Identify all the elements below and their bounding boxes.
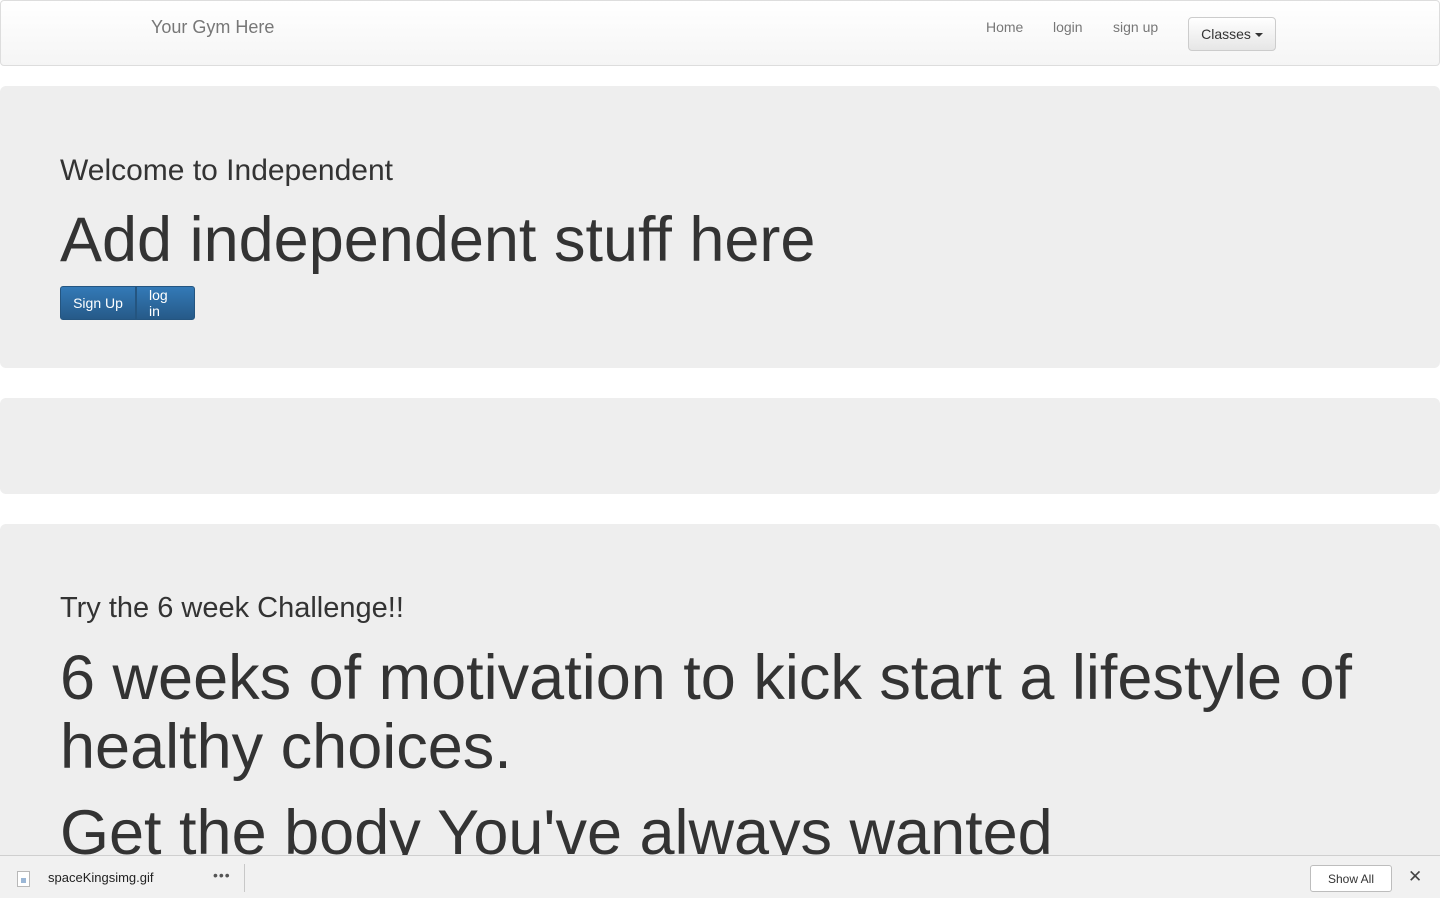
signup-button[interactable]: Sign Up [60,286,136,320]
download-file-name[interactable]: spaceKingsimg.gif [48,870,154,885]
navbar: Your Gym Here Home login sign up Classes [0,0,1440,66]
classes-dropdown-label: Classes [1201,26,1251,42]
page: Your Gym Here Home login sign up Classes… [0,0,1440,898]
challenge-headline: 6 weeks of motivation to kick start a li… [60,643,1353,783]
hero-button-group: Sign Up log in [60,286,195,320]
challenge-lead: Try the 6 week Challenge!! [60,592,404,624]
show-all-button[interactable]: Show All [1310,865,1392,892]
classes-dropdown-button[interactable]: Classes [1188,17,1276,51]
empty-jumbotron [0,398,1440,494]
nav-home-link[interactable]: Home [986,19,1023,35]
download-bar: spaceKingsimg.gif ••• Show All ✕ [0,855,1440,898]
caret-down-icon [1254,33,1263,37]
login-button[interactable]: log in [136,286,195,320]
close-icon[interactable]: ✕ [1408,867,1422,887]
hero-lead: Welcome to Independent [60,154,394,187]
challenge-jumbotron: Try the 6 week Challenge!! 6 weeks of mo… [0,524,1440,884]
brand-link[interactable]: Your Gym Here [151,17,274,38]
hero-jumbotron: Welcome to Independent Add independent s… [0,86,1440,368]
divider [244,864,245,892]
nav-signup-link[interactable]: sign up [1113,19,1158,35]
hero-headline: Add independent stuff here [60,205,816,275]
more-options-icon[interactable]: ••• [213,867,231,883]
nav-login-link[interactable]: login [1053,19,1083,35]
file-icon [17,871,30,887]
